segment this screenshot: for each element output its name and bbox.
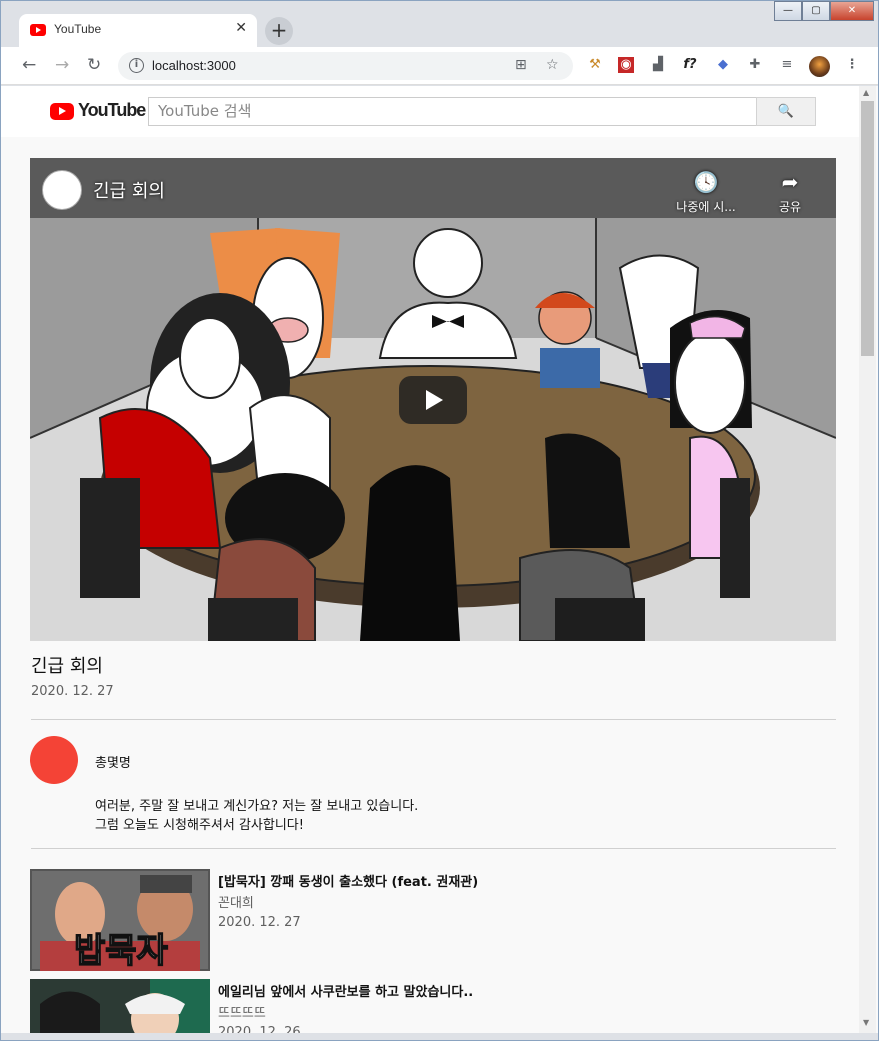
scroll-down-arrow-icon[interactable]: ▼ <box>863 1018 869 1027</box>
search-button[interactable]: 🔍 <box>756 97 816 126</box>
divider <box>31 719 836 720</box>
menu-dots-icon[interactable]: ⋮ <box>844 57 860 73</box>
video-date: 2020. 12. 27 <box>31 684 114 699</box>
youtube-wordmark[interactable]: YouTube <box>78 100 146 121</box>
related-thumbnail[interactable]: 밥묵자 <box>30 869 210 971</box>
extension-hammer-icon[interactable]: ⚒ <box>587 57 603 73</box>
divider <box>31 848 836 849</box>
minimize-button[interactable]: — <box>774 1 802 21</box>
browser-toolbar: ← → ↻ i localhost:3000 ⊞ ☆ ⚒ ◉ ▟ f? ◆ ✚ … <box>1 47 878 85</box>
share-button[interactable]: ➦ 공유 <box>750 170 830 215</box>
extension-tray-icon[interactable]: ▟ <box>650 57 666 73</box>
watch-later-label: 나중에 시... <box>676 200 736 214</box>
related-video-item[interactable]: 밥묵자 [밥묵자] 깡패 동생이 출소했다 (feat. 권재관) 꼰대희 20… <box>30 869 836 971</box>
share-label: 공유 <box>778 200 802 214</box>
description-line: 여러분, 주말 잘 보내고 계신가요? 저는 잘 보내고 있습니다. <box>95 799 419 814</box>
video-title: 긴급 회의 <box>31 656 103 677</box>
related-title[interactable]: 에일리님 앞에서 사쿠란보를 하고 말았습니다.. <box>218 981 473 1000</box>
tab-close-button[interactable]: ✕ <box>235 20 247 36</box>
page-scrollbar[interactable]: ▲ ▼ <box>859 86 876 1033</box>
video-description: 여러분, 주말 잘 보내고 계신가요? 저는 잘 보내고 있습니다. 그럼 오늘… <box>95 797 418 835</box>
close-window-button[interactable]: ✕ <box>830 1 874 21</box>
youtube-favicon-icon <box>30 24 46 36</box>
extension-function-icon[interactable]: f? <box>682 57 698 73</box>
scroll-up-arrow-icon[interactable]: ▲ <box>863 88 869 97</box>
address-bar[interactable]: i localhost:3000 ⊞ ☆ <box>118 52 573 80</box>
youtube-header: YouTube YouTube 검색 🔍 <box>1 86 859 137</box>
youtube-logo-icon[interactable] <box>50 103 74 120</box>
extension-color-icon[interactable]: ◆ <box>715 57 731 73</box>
thumbnail-caption: 밥묵자 <box>73 930 168 971</box>
player-video-title[interactable]: 긴급 회의 <box>93 177 165 203</box>
related-title[interactable]: [밥묵자] 깡패 동생이 출소했다 (feat. 권재관) <box>218 871 478 890</box>
extension-record-icon[interactable]: ◉ <box>618 57 634 73</box>
browser-window: YouTube ✕ + — ▢ ✕ ← → ↻ i localhost:3000… <box>0 0 879 1041</box>
back-arrow-icon[interactable]: ← <box>22 55 36 75</box>
share-arrow-icon: ➦ <box>781 170 799 194</box>
maximize-button[interactable]: ▢ <box>802 1 830 21</box>
browser-tab[interactable]: YouTube ✕ <box>19 14 257 47</box>
owner-name[interactable]: 총몇명 <box>95 752 131 771</box>
scrollbar-thumb[interactable] <box>861 101 874 356</box>
media-control-icon[interactable]: ≡ <box>779 57 795 73</box>
site-info-icon[interactable]: i <box>129 58 144 73</box>
translate-icon[interactable]: ⊞ <box>515 57 527 73</box>
related-channel[interactable]: 꼰대희 <box>218 892 254 911</box>
related-channel[interactable]: 뜨뜨뜨뜨 <box>218 1002 266 1021</box>
related-video-item[interactable]: 에일리님 앞에서 사쿠란보를 하고 말았습니다.. 뜨뜨뜨뜨 2020. 12.… <box>30 979 836 1033</box>
search-input[interactable]: YouTube 검색 <box>148 97 757 126</box>
bookmark-star-icon[interactable]: ☆ <box>546 57 559 73</box>
tab-strip: YouTube ✕ + — ▢ ✕ <box>1 1 878 47</box>
play-button[interactable] <box>399 376 467 424</box>
owner-avatar[interactable] <box>30 736 78 784</box>
description-line: 그럼 오늘도 시청해주셔서 감사합니다! <box>95 818 304 833</box>
watch-later-button[interactable]: 🕓 나중에 시... <box>666 170 746 215</box>
related-date: 2020. 12. 27 <box>218 915 301 930</box>
related-thumbnail[interactable] <box>30 979 210 1033</box>
url-text: localhost:3000 <box>152 58 236 73</box>
thumbnail-image <box>30 979 210 1033</box>
related-date: 2020. 12. 26 <box>218 1025 301 1033</box>
new-tab-button[interactable]: + <box>265 17 293 45</box>
channel-avatar[interactable] <box>42 170 82 210</box>
reload-icon[interactable]: ↻ <box>87 55 101 75</box>
page-content: YouTube YouTube 검색 🔍 긴급 회의 🕓 나중에 시... ➦ … <box>1 86 878 1033</box>
profile-avatar[interactable] <box>809 56 830 77</box>
video-player[interactable]: 긴급 회의 🕓 나중에 시... ➦ 공유 <box>30 158 836 641</box>
window-controls: — ▢ ✕ <box>774 1 874 21</box>
forward-arrow-icon[interactable]: → <box>55 55 69 75</box>
tab-title: YouTube <box>54 22 102 36</box>
clock-icon: 🕓 <box>693 170 719 194</box>
extensions-puzzle-icon[interactable]: ✚ <box>747 57 763 73</box>
